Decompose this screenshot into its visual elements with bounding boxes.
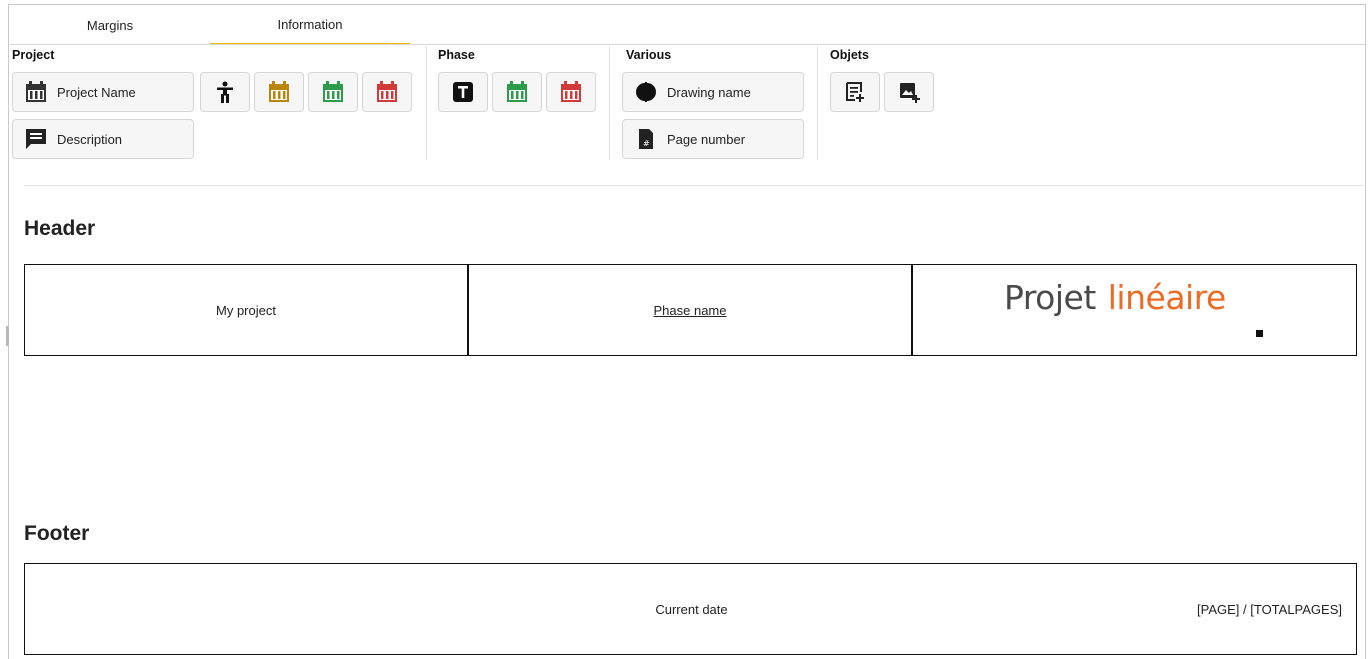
calendar-gold-button[interactable] bbox=[254, 72, 304, 112]
comment-icon bbox=[25, 128, 47, 150]
header-project-text: My project bbox=[216, 302, 276, 318]
group-phase: Phase bbox=[438, 46, 608, 160]
footer-box: Current date [PAGE] / [TOTALPAGES] bbox=[24, 563, 1357, 655]
tab-margins[interactable]: Margins bbox=[10, 5, 210, 45]
page-number-label: Page number bbox=[667, 131, 746, 147]
group-various-title: Various bbox=[626, 48, 672, 62]
text-t-icon bbox=[452, 81, 474, 103]
calendar-gold-icon bbox=[268, 81, 290, 103]
group-separator bbox=[609, 46, 610, 160]
projet-lineaire-logo: Projet linéaire bbox=[1004, 278, 1226, 338]
logo-dot bbox=[1256, 330, 1263, 337]
project-name-label: Project Name bbox=[57, 84, 136, 100]
tab-bar: Margins Information bbox=[10, 5, 410, 45]
logo-word-projet: Projet bbox=[1004, 278, 1096, 317]
group-separator bbox=[817, 46, 818, 160]
calendar-green-button[interactable] bbox=[308, 72, 358, 112]
description-label: Description bbox=[57, 131, 123, 147]
footer-right-cell[interactable]: [PAGE] / [TOTALPAGES] bbox=[1042, 564, 1342, 654]
page-number-button[interactable]: # Page number bbox=[622, 119, 804, 159]
add-text-block-button[interactable] bbox=[830, 72, 880, 112]
calendar-green-icon bbox=[506, 81, 528, 103]
calendar-red-button[interactable] bbox=[362, 72, 412, 112]
footer-current-date-text: Current date bbox=[655, 601, 728, 617]
calendar-green-icon bbox=[322, 81, 344, 103]
group-objects-title: Objets bbox=[830, 48, 869, 62]
phase-calendar-green-button[interactable] bbox=[492, 72, 542, 112]
drawing-icon bbox=[635, 81, 657, 103]
tab-information-label: Information bbox=[277, 16, 343, 32]
group-phase-title: Phase bbox=[438, 48, 475, 62]
group-various: Various Drawing name # Page number bbox=[622, 46, 817, 160]
footer-page-count-text: [PAGE] / [TOTALPAGES] bbox=[1197, 601, 1342, 617]
project-name-button[interactable]: Project Name bbox=[12, 72, 194, 112]
drawing-name-button[interactable]: Drawing name bbox=[622, 72, 804, 112]
header-center-cell[interactable]: Phase name bbox=[469, 265, 911, 355]
ribbon-divider bbox=[24, 185, 1364, 186]
header-phase-name-text: Phase name bbox=[653, 302, 727, 318]
page-number-icon: # bbox=[635, 128, 657, 150]
header-section-title: Header bbox=[24, 217, 96, 240]
tab-divider bbox=[10, 44, 1365, 45]
footer-section-title: Footer bbox=[24, 522, 90, 545]
description-button[interactable]: Description bbox=[12, 119, 194, 159]
add-image-button[interactable] bbox=[884, 72, 934, 112]
phase-text-button[interactable] bbox=[438, 72, 488, 112]
group-project-title: Project bbox=[12, 48, 55, 62]
phase-calendar-red-button[interactable] bbox=[546, 72, 596, 112]
group-project: Project Project Name Description bbox=[12, 46, 426, 160]
resize-grip[interactable] bbox=[6, 326, 9, 346]
svg-text:#: # bbox=[643, 139, 650, 148]
calendar-red-icon bbox=[560, 81, 582, 103]
group-objects: Objets bbox=[830, 46, 1030, 160]
logo-word-lineaire: linéaire bbox=[1107, 278, 1227, 317]
calendar-icon bbox=[25, 81, 47, 103]
tab-margins-label: Margins bbox=[86, 17, 134, 33]
person-button[interactable] bbox=[200, 72, 250, 112]
header-left-cell[interactable]: My project bbox=[25, 265, 467, 355]
add-image-icon bbox=[898, 81, 920, 103]
drawing-name-label: Drawing name bbox=[667, 84, 751, 100]
group-separator bbox=[426, 46, 427, 160]
tab-information[interactable]: Information bbox=[210, 5, 410, 45]
add-text-block-icon bbox=[844, 81, 866, 103]
person-icon bbox=[214, 81, 236, 103]
calendar-red-icon bbox=[376, 81, 398, 103]
